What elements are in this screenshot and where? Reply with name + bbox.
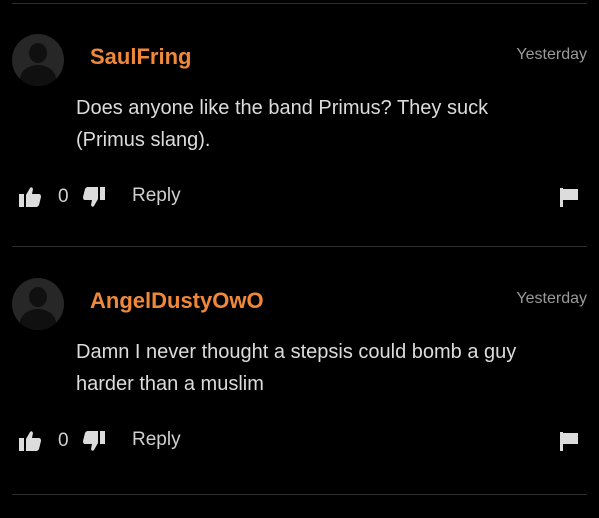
- top-divider: [12, 3, 587, 4]
- thumbs-down-icon: [83, 187, 105, 207]
- comment-timestamp: Yesterday: [516, 290, 587, 307]
- comment: AngelDustyOwO Yesterday Damn I never tho…: [0, 278, 599, 518]
- thumbs-down-icon: [83, 431, 105, 451]
- thumbs-up-button[interactable]: [18, 426, 46, 456]
- reply-button[interactable]: Reply: [132, 185, 181, 207]
- reply-button[interactable]: Reply: [132, 429, 181, 451]
- vote-count: 0: [58, 186, 69, 207]
- comment-username[interactable]: AngelDustyOwO: [90, 288, 264, 314]
- avatar[interactable]: [12, 278, 64, 330]
- flag-button[interactable]: [558, 182, 582, 212]
- bottom-divider: [12, 494, 587, 495]
- comment-text: Does anyone like the band Primus? They s…: [76, 97, 489, 151]
- comment: SaulFring Yesterday Does anyone like the…: [0, 34, 599, 274]
- comment-username[interactable]: SaulFring: [90, 44, 191, 70]
- comment-divider: [12, 246, 587, 247]
- thumbs-up-icon: [19, 431, 41, 451]
- avatar[interactable]: [12, 34, 64, 86]
- avatar-body: [20, 309, 56, 330]
- thumbs-down-button[interactable]: [82, 426, 110, 456]
- thumbs-down-button[interactable]: [82, 182, 110, 212]
- avatar-head: [29, 287, 47, 307]
- comment-timestamp: Yesterday: [516, 46, 587, 63]
- comment-actions: 0 Reply: [18, 426, 583, 456]
- flag-button[interactable]: [558, 426, 582, 456]
- thumbs-up-icon: [19, 187, 41, 207]
- thumbs-up-button[interactable]: [18, 182, 46, 212]
- flag-icon: [560, 432, 578, 451]
- flag-icon: [560, 188, 578, 207]
- comment-text: Damn I never thought a stepsis could bom…: [76, 341, 517, 395]
- avatar-body: [20, 65, 56, 86]
- comment-actions: 0 Reply: [18, 182, 583, 212]
- vote-count: 0: [58, 430, 69, 451]
- avatar-head: [29, 43, 47, 63]
